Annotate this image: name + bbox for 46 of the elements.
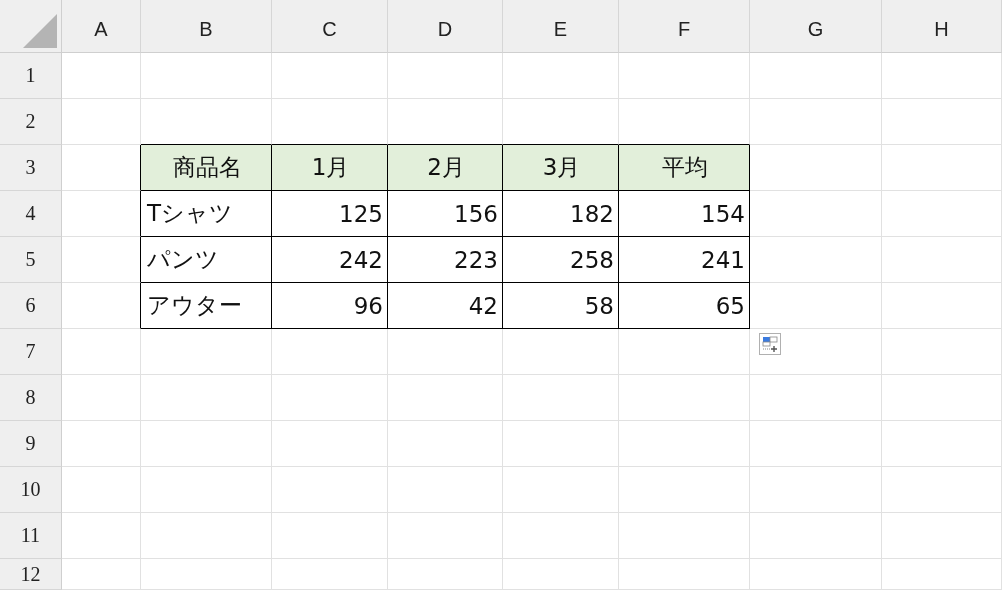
table-cell[interactable]: 258 [503,237,619,283]
table-cell[interactable]: パンツ [141,237,272,283]
column-header[interactable]: B [141,0,272,53]
table-cell[interactable]: 154 [619,191,750,237]
column-header[interactable]: F [619,0,750,53]
row-header[interactable]: 3 [0,145,62,191]
column-header[interactable]: C [272,0,388,53]
table-cell[interactable]: 96 [272,283,388,329]
row-header[interactable]: 8 [0,375,62,421]
table-header-cell[interactable]: 3月 [503,145,619,191]
row-header[interactable]: 4 [0,191,62,237]
row-header[interactable]: 7 [0,329,62,375]
table-header-cell[interactable]: 平均 [619,145,750,191]
table-header-cell[interactable]: 商品名 [141,145,272,191]
column-header[interactable]: E [503,0,619,53]
table-cell[interactable]: 65 [619,283,750,329]
grid-cell[interactable] [62,283,141,329]
column-header[interactable]: A [62,0,141,53]
row-header[interactable]: 9 [0,421,62,467]
quick-analysis-icon[interactable] [759,333,781,355]
table-cell[interactable]: 241 [619,237,750,283]
table-cell[interactable]: 242 [272,237,388,283]
table-cell[interactable]: アウター [141,283,272,329]
row-header[interactable]: 6 [0,283,62,329]
grid-cell[interactable] [62,191,141,237]
column-header[interactable]: H [882,0,1002,53]
select-all-icon[interactable] [23,14,57,48]
column-header[interactable]: D [388,0,503,53]
table-cell[interactable]: 58 [503,283,619,329]
grid-cell[interactable] [62,237,141,283]
table-cell[interactable]: 42 [388,283,503,329]
grid-cell[interactable] [62,145,141,191]
table-header-cell[interactable]: 2月 [388,145,503,191]
row-header[interactable]: 2 [0,99,62,145]
table-cell[interactable]: 156 [388,191,503,237]
table-cell[interactable]: Tシャツ [141,191,272,237]
row-header[interactable]: 12 [0,559,62,590]
row-header[interactable]: 5 [0,237,62,283]
table-cell[interactable]: 223 [388,237,503,283]
row-header[interactable]: 10 [0,467,62,513]
row-header[interactable]: 1 [0,53,62,99]
table-cell[interactable]: 125 [272,191,388,237]
column-header[interactable]: G [750,0,882,53]
table-header-cell[interactable]: 1月 [272,145,388,191]
row-header[interactable]: 11 [0,513,62,559]
table-cell[interactable]: 182 [503,191,619,237]
